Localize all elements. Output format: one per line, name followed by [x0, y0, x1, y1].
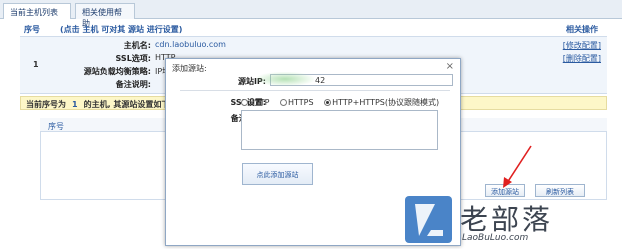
- radio-http[interactable]: [241, 99, 248, 106]
- note-textarea[interactable]: [241, 110, 438, 150]
- dialog-title: 添加源站:: [172, 64, 207, 73]
- ssl-option-both[interactable]: HTTP+HTTPS(协议跟随模式): [324, 98, 439, 107]
- laobuluo-logo-icon: [405, 196, 452, 243]
- ssl-radio-group: HTTP HTTPS HTTP+HTTPS(协议跟随模式): [241, 97, 447, 108]
- ssl-option-http[interactable]: HTTP: [241, 98, 269, 107]
- submit-add-origin-button[interactable]: 点此添加源站: [242, 163, 313, 185]
- ssl-option-https[interactable]: HTTPS: [280, 98, 314, 107]
- close-icon[interactable]: ×: [446, 61, 454, 72]
- watermark: 老部落 LaoBuLuo.com: [405, 196, 622, 249]
- watermark-domain: LaoBuLuo.com: [462, 233, 529, 243]
- radio-both[interactable]: [324, 99, 332, 106]
- radio-https[interactable]: [280, 99, 288, 106]
- watermark-name: 老部落: [460, 203, 554, 236]
- dialog-divider: [180, 90, 450, 91]
- redacted-ip-blur: [256, 72, 314, 86]
